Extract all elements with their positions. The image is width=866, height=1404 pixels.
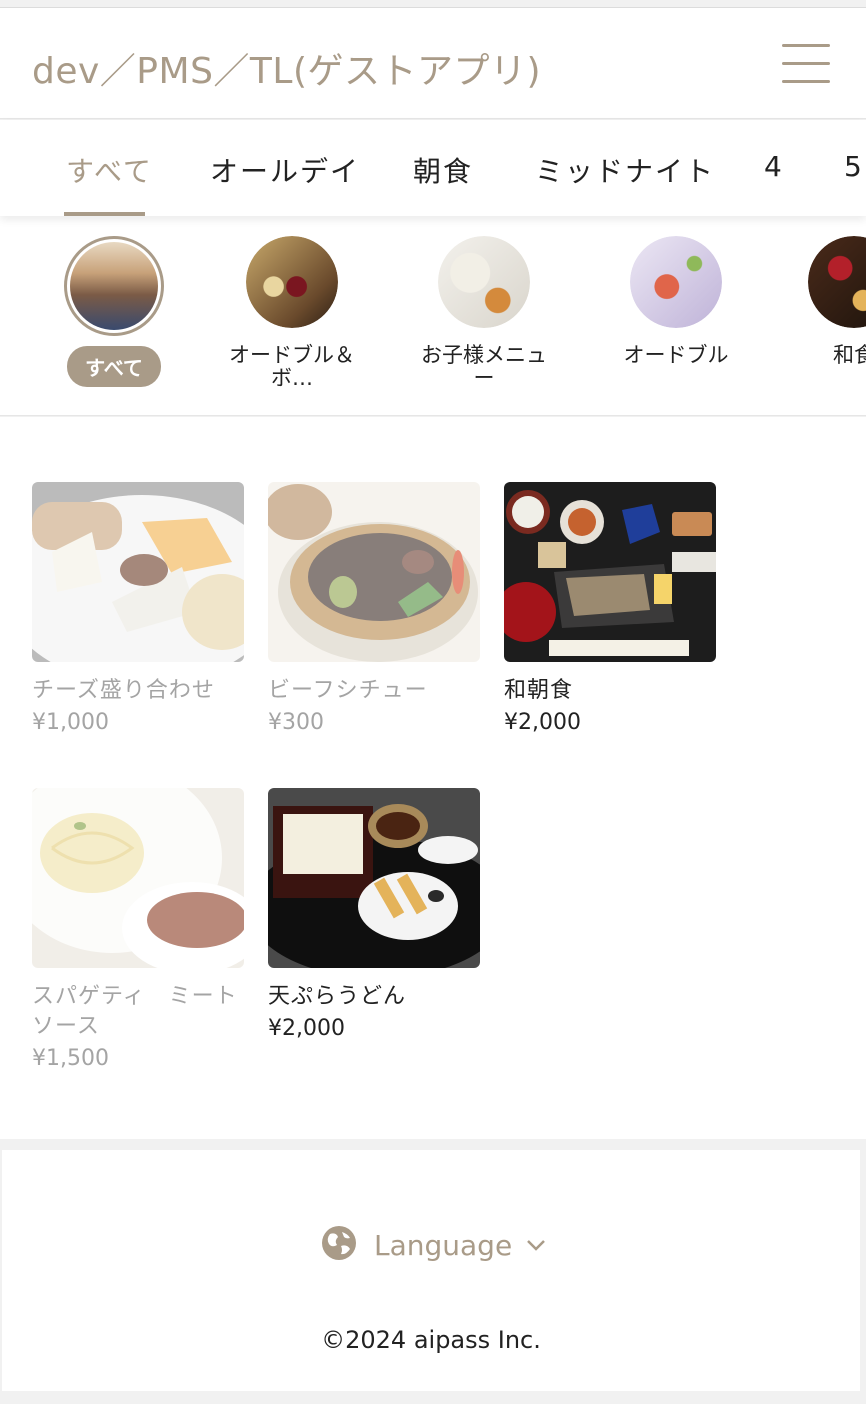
subcategory-image (630, 236, 722, 328)
page-title: dev／PMS／TL(ゲストアプリ) (32, 51, 542, 92)
tab-breakfast[interactable]: 朝食 (413, 150, 473, 190)
tab-all-day[interactable]: オールデイ (210, 150, 360, 190)
menu-item-price: ¥300 (268, 710, 324, 735)
globe-icon (320, 1224, 358, 1266)
subcategory-label: 和食 (833, 343, 866, 367)
menu-item-price: ¥2,000 (504, 710, 581, 735)
menu-item-name: スパゲティ ミートソース (32, 984, 238, 1039)
subcategory-label: オードブル (623, 343, 729, 367)
subcategory-label: お子様メニュー (421, 343, 547, 390)
status-strip (0, 0, 866, 8)
subcategory-kids-menu[interactable]: お子様メニュー (419, 236, 549, 390)
chevron-down-icon (526, 1236, 546, 1255)
subcategory-image (808, 236, 866, 328)
menu-item-image (504, 482, 716, 662)
language-label: Language (374, 1228, 513, 1262)
menu-item-card[interactable]: チーズ盛り合わせ ¥1,000 (32, 482, 244, 738)
menu-item-image (32, 482, 244, 662)
page-footer: Language ©2024 aipass Inc. (2, 1150, 860, 1391)
menu-item-price: ¥1,500 (32, 1046, 109, 1071)
subcategory-label: オードブル＆ボ… (229, 343, 355, 390)
copyright-text: ©2024 aipass Inc. (321, 1326, 541, 1354)
menu-item-name: 天ぷらうどん (268, 984, 407, 1009)
hamburger-menu-icon[interactable] (782, 44, 830, 84)
subcategory-carousel: すべて オードブル＆ボ… お子様メニュー オードブル 和食 (0, 216, 866, 416)
menu-item-image (268, 788, 480, 968)
menu-item-grid: チーズ盛り合わせ ¥1,000 ビーフシチュー ¥300 和朝食 ¥2,000 … (0, 417, 866, 1139)
subcategory-hors-doeuvre-drinks[interactable]: オードブル＆ボ… (227, 236, 357, 390)
tab-midnight[interactable]: ミッドナイト (535, 150, 715, 190)
tab-all[interactable]: すべて (66, 150, 153, 190)
menu-item-price: ¥2,000 (268, 1016, 345, 1041)
subcategory-image (438, 236, 530, 328)
menu-item-price: ¥1,000 (32, 710, 109, 735)
active-tab-indicator (64, 212, 145, 216)
subcategory-image (246, 236, 338, 328)
menu-item-card[interactable]: 和朝食 ¥2,000 (504, 482, 716, 738)
subcategory-japanese[interactable]: 和食 (789, 236, 866, 367)
category-tabs: すべて オールデイ 朝食 ミッドナイト 4 5 (0, 120, 866, 216)
menu-item-card[interactable]: 天ぷらうどん ¥2,000 (268, 788, 480, 1044)
menu-item-name: 和朝食 (504, 678, 574, 703)
menu-item-card[interactable]: スパゲティ ミートソース ¥1,500 (32, 788, 244, 1074)
menu-item-image (268, 482, 480, 662)
menu-item-image (32, 788, 244, 968)
subcategory-image (64, 236, 164, 336)
subcategory-all[interactable]: すべて (49, 236, 179, 387)
language-selector[interactable]: Language (320, 1224, 546, 1266)
menu-item-card[interactable]: ビーフシチュー ¥300 (268, 482, 480, 738)
tab-5[interactable]: 5 (844, 150, 864, 183)
subcategory-hors-doeuvre[interactable]: オードブル (611, 236, 741, 367)
menu-item-name: ビーフシチュー (268, 678, 428, 703)
subcategory-label: すべて (67, 346, 161, 387)
app-header: dev／PMS／TL(ゲストアプリ) (0, 8, 866, 119)
tab-4[interactable]: 4 (764, 150, 784, 183)
menu-item-name: チーズ盛り合わせ (32, 678, 215, 703)
